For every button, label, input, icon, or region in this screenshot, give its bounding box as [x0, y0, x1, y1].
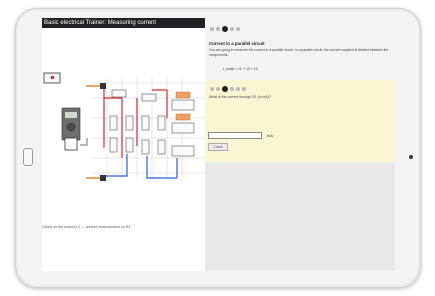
step-dot[interactable] — [216, 87, 220, 91]
question-step-indicator — [210, 86, 246, 92]
task-panel: Current in a parallel circuit You are go… — [205, 18, 395, 271]
home-button[interactable] — [23, 148, 33, 166]
answer-unit: mA — [267, 133, 273, 138]
step-indicator — [210, 26, 240, 32]
camera-icon — [409, 155, 413, 159]
formula: I_total = I1 + I2 + I3 — [223, 66, 258, 71]
step-dot[interactable] — [230, 27, 234, 31]
step-dot[interactable] — [236, 87, 240, 91]
question-text: What is the current through R1 (in mA)? — [209, 95, 271, 99]
circuit-caption: Circuit on the board in 2 — current meas… — [42, 225, 131, 229]
answer-input[interactable] — [208, 132, 262, 139]
step-dot[interactable] — [236, 27, 240, 31]
step-dot[interactable] — [242, 87, 246, 91]
step-dot[interactable] — [210, 87, 214, 91]
simulation-pane: Circuit on the board in 2 — current meas… — [42, 28, 205, 271]
section-title: Current in a parallel circuit — [209, 41, 265, 46]
step-dot-active[interactable] — [222, 26, 228, 32]
step-dot[interactable] — [210, 27, 214, 31]
step-dot-active[interactable] — [222, 86, 228, 92]
circuit-board[interactable] — [42, 28, 205, 271]
app-screen: Basic electrical Trainer: Measuring curr… — [42, 18, 395, 271]
window-title: Basic electrical Trainer: Measuring curr… — [42, 18, 207, 28]
question-box: What is the current through R1 (in mA)? … — [205, 80, 395, 162]
section-intro: You are going to measure the current in … — [209, 48, 389, 57]
step-dot[interactable] — [230, 87, 234, 91]
step-dot[interactable] — [216, 27, 220, 31]
check-button[interactable]: Check — [208, 143, 228, 151]
task-section: Current in a parallel circuit You are go… — [205, 18, 395, 80]
